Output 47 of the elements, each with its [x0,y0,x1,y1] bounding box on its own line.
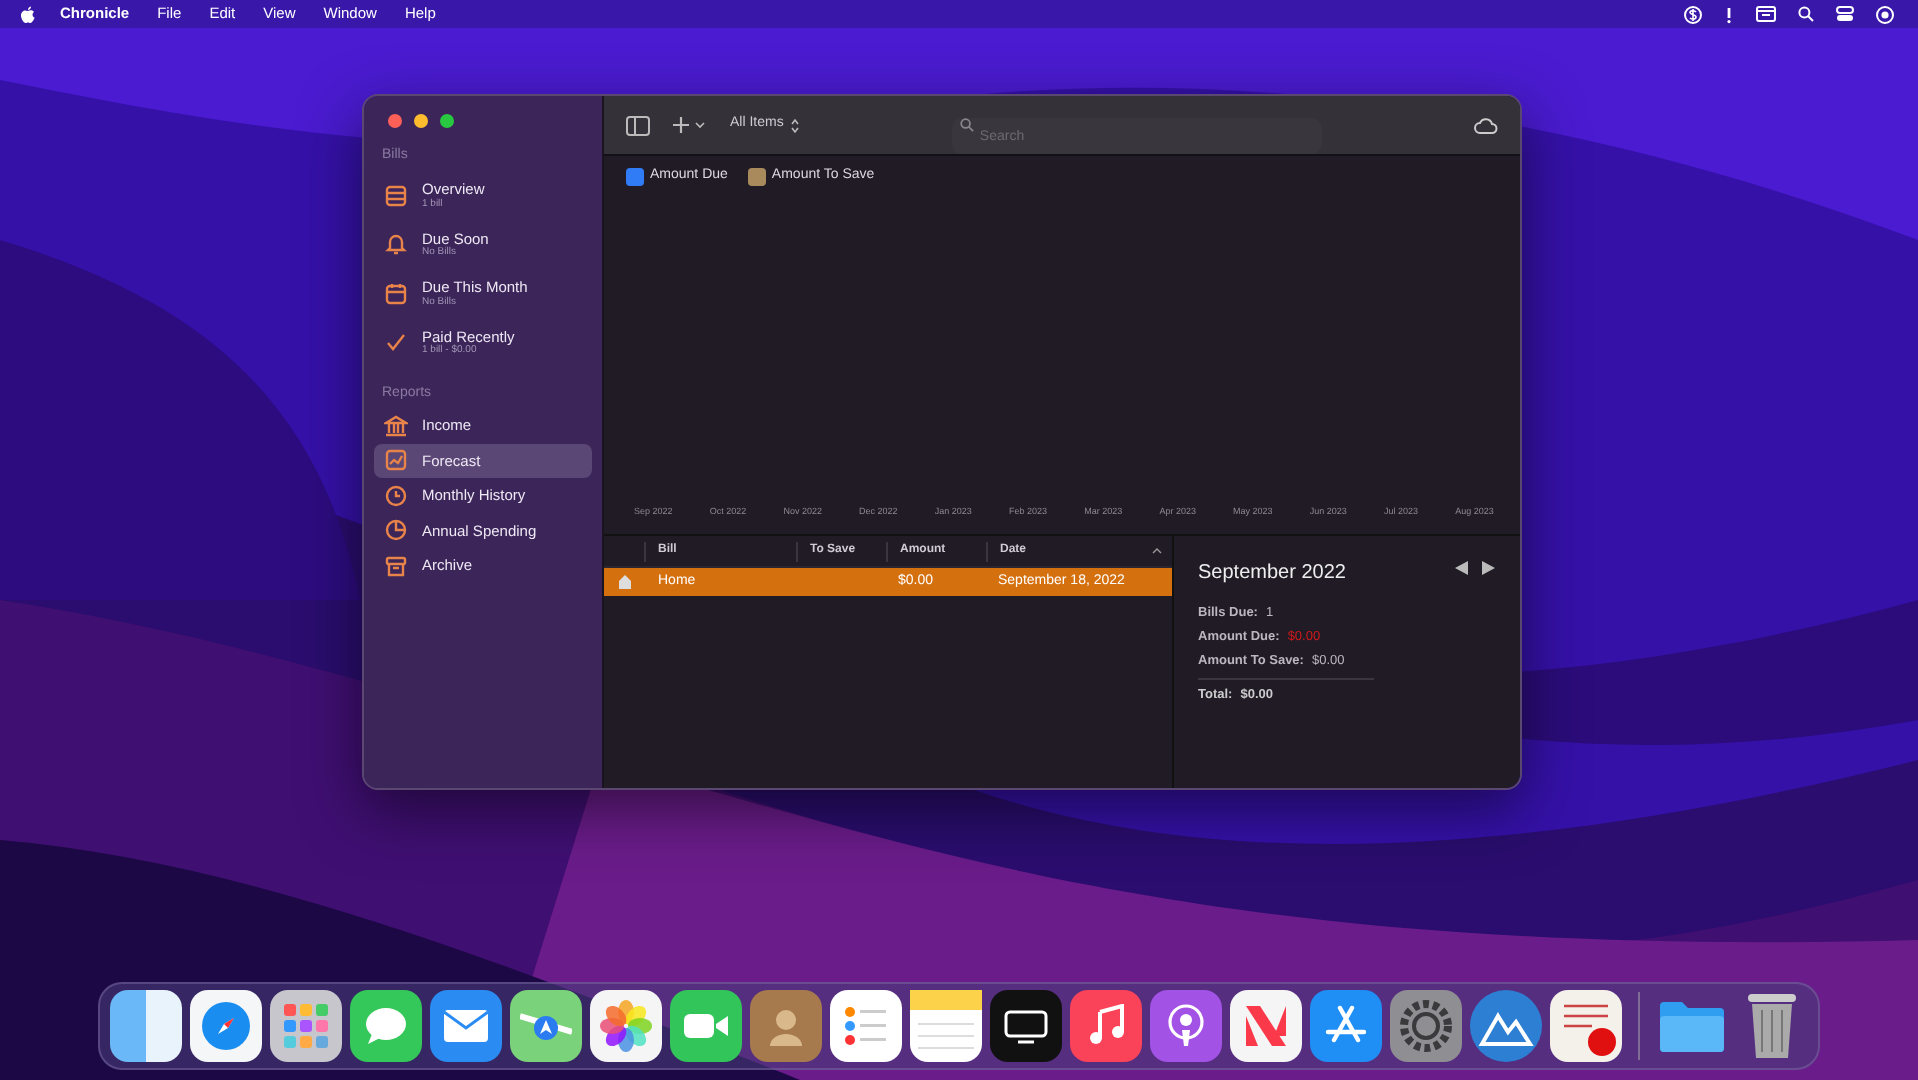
search-icon [959,118,974,132]
tv-screen-icon[interactable] [990,990,1062,1062]
flower-icon[interactable] [590,990,662,1062]
bank-icon [384,413,408,438]
previous-arrow-icon[interactable] [1454,560,1470,576]
contact-card-icon[interactable] [750,990,822,1062]
house-icon [617,574,631,590]
bell-icon [384,232,408,257]
music-note-icon[interactable] [1070,990,1142,1062]
compass-icon[interactable] [190,990,262,1062]
cloud-icon[interactable] [1474,117,1498,133]
minimize-button[interactable] [414,114,428,128]
bill-icon[interactable] [1550,990,1622,1062]
calendar-icon [384,281,408,306]
podcast-icon[interactable] [1150,990,1222,1062]
zoom-button[interactable] [440,114,454,128]
up-down-chevron-icon [789,117,800,133]
search-icon[interactable] [1798,6,1814,22]
chat-bubble-icon[interactable] [350,990,422,1062]
archive-box-icon [384,553,408,578]
envelope-icon[interactable] [430,990,502,1062]
sort-caret-icon [1152,548,1162,554]
video-camera-icon[interactable] [670,990,742,1062]
list-icon [384,183,408,208]
map-icon[interactable] [510,990,582,1062]
window-icon[interactable] [1756,6,1776,22]
sidebar-toggle-icon[interactable] [626,115,650,135]
chart-box-icon [384,448,408,473]
app-grid-icon[interactable] [270,990,342,1062]
exclamation-icon[interactable] [1724,5,1734,23]
close-button[interactable] [388,114,402,128]
app-store-icon[interactable] [1310,990,1382,1062]
plus-dropdown-icon[interactable] [672,116,708,134]
checklist-icon[interactable] [830,990,902,1062]
apple-logo-icon[interactable] [20,5,36,23]
dollar-circle-icon[interactable] [1684,5,1702,23]
clock-icon [384,483,408,508]
checkmark-icon [384,330,408,355]
news-icon[interactable] [1230,990,1302,1062]
circle-icon[interactable] [1876,5,1894,23]
toggles-icon[interactable] [1836,6,1854,22]
detail-title: September 2022 [1198,560,1346,588]
notepad-icon[interactable] [910,990,982,1062]
pie-chart-icon [384,518,408,543]
gear-icon[interactable] [1390,990,1462,1062]
next-arrow-icon[interactable] [1480,560,1496,576]
split-square-icon[interactable] [110,990,182,1062]
